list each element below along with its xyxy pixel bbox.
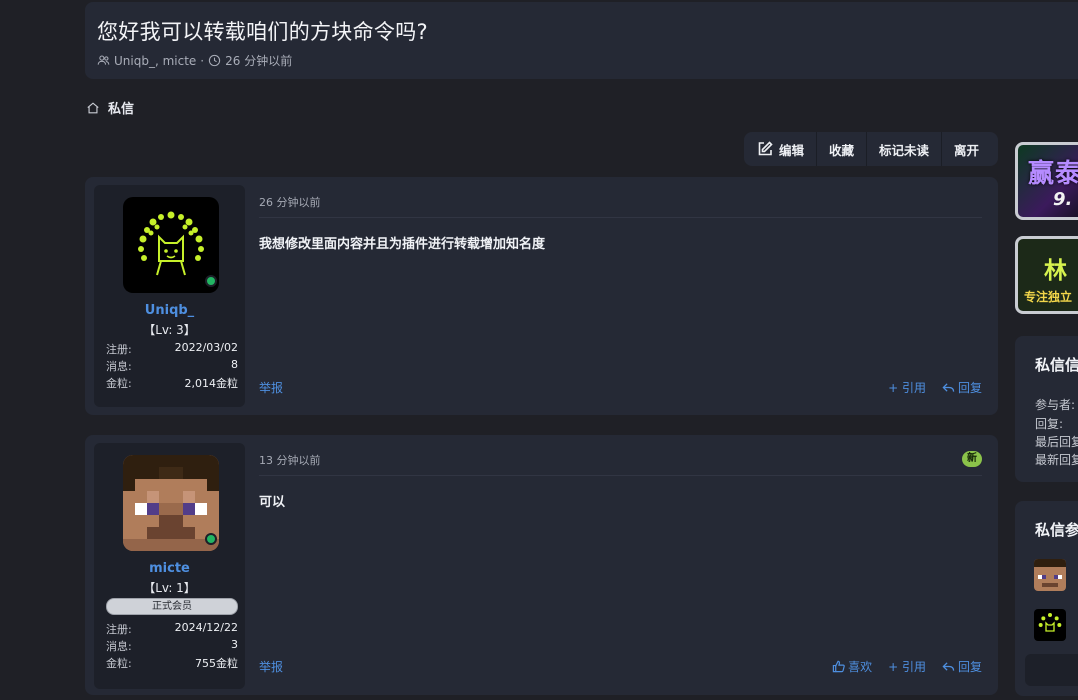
breadcrumb: 私信 [86, 98, 134, 117]
online-indicator [205, 275, 217, 287]
meta-separator: · [200, 53, 205, 68]
card-title: 私信参 [1035, 521, 1078, 539]
stat-label: 消息: [106, 360, 132, 373]
stat-label: 注册: [106, 343, 132, 356]
message-body: 我想修改里面内容并且为插件进行转载增加知名度 [259, 237, 546, 252]
mark-unread-button[interactable]: 标记未读 [867, 132, 943, 166]
username-link[interactable]: Uniqb_ [94, 303, 245, 318]
stat-label: 消息: [106, 640, 132, 653]
divider [259, 217, 982, 218]
post-actions: + 引用 回复 [888, 379, 982, 396]
quote-button[interactable]: + 引用 [888, 658, 926, 675]
stat-label: 金粒: [106, 377, 132, 390]
participant-avatar[interactable] [1034, 609, 1066, 641]
banner-title: 赢泰 [1028, 159, 1078, 189]
reply-label: 回复 [957, 381, 982, 395]
card-title: 私信信 [1035, 356, 1078, 374]
message-post: Uniqb_ 【Lv: 3】 注册: 2022/03/02 消息: 8 金粒: … [85, 177, 998, 415]
reply-label: 回复 [957, 660, 982, 674]
quote-button[interactable]: + 引用 [888, 379, 926, 396]
quote-label: + 引用 [888, 660, 926, 674]
reply-icon [942, 662, 955, 671]
rank-badge: 正式会员 [106, 598, 238, 615]
thread-toolbar: 编辑 收藏 标记未读 离开 [744, 132, 998, 166]
like-button[interactable]: 喜欢 [832, 658, 872, 675]
bookmark-button[interactable]: 收藏 [817, 132, 868, 166]
edit-button[interactable]: 编辑 [744, 132, 818, 166]
message-body: 可以 [259, 495, 286, 510]
edit-icon [758, 141, 773, 156]
cat-avatar-image [1038, 613, 1062, 632]
ad-banner[interactable]: 赢泰 9. [1015, 142, 1078, 220]
like-label: 喜欢 [848, 660, 873, 674]
stat-value: 2022/03/02 [174, 341, 238, 354]
thread-header: 您好我可以转载咱们的方块命令吗? Uniqb_, micte · 26 分钟以前 [85, 2, 1078, 79]
breadcrumb-item-messages[interactable]: 私信 [108, 98, 134, 117]
new-badge: 新 [962, 451, 982, 467]
stat-value: 2024/12/22 [174, 621, 238, 634]
stat-row-registered: 注册: 2022/03/02 [106, 341, 238, 357]
info-latest-reply: 最新回复 [1035, 453, 1078, 467]
banner-title: 林 [1044, 258, 1067, 284]
stat-row-registered: 注册: 2024/12/22 [106, 621, 238, 637]
stat-value: 8 [231, 358, 238, 371]
info-replies: 回复: [1035, 417, 1064, 431]
post-actions: 喜欢 + 引用 回复 [832, 658, 982, 675]
user-info-card: Uniqb_ 【Lv: 3】 注册: 2022/03/02 消息: 8 金粒: … [94, 185, 245, 407]
stat-label: 注册: [106, 623, 132, 636]
message-content: 26 分钟以前 我想修改里面内容并且为插件进行转载增加知名度 举报 + 引用 回… [259, 177, 982, 415]
message-post: micte 【Lv: 1】 正式会员 注册: 2024/12/22 消息: 3 … [85, 435, 998, 695]
reply-button[interactable]: 回复 [942, 658, 982, 675]
stat-row-messages: 消息: 8 [106, 358, 238, 374]
leave-button[interactable]: 离开 [942, 132, 991, 166]
stat-value: 755金粒 [195, 657, 238, 670]
info-participants: 参与者: [1035, 398, 1076, 412]
clock-icon [208, 54, 221, 67]
participants-more[interactable] [1025, 654, 1078, 686]
stat-value: 2,014金粒 [184, 377, 239, 390]
username-link[interactable]: micte [94, 561, 245, 576]
thumbs-up-icon [832, 660, 845, 673]
conversation-participants-card: 私信参 [1015, 501, 1078, 696]
divider [259, 475, 982, 476]
stat-row-gold: 金粒: 755金粒 [106, 655, 238, 671]
thread-time: 26 分钟以前 [225, 54, 293, 68]
reply-icon [942, 383, 955, 392]
thread-title: 您好我可以转载咱们的方块命令吗? [97, 20, 428, 44]
stat-value: 3 [231, 638, 238, 651]
thread-participants[interactable]: Uniqb_, micte [114, 54, 196, 68]
banner-subtitle: 专注独立 [1024, 290, 1073, 304]
stat-row-messages: 消息: 3 [106, 638, 238, 654]
home-icon[interactable] [86, 101, 100, 115]
thread-meta: Uniqb_, micte · 26 分钟以前 [97, 52, 292, 69]
user-level: 【Lv: 1】 [143, 581, 196, 595]
stat-row-gold: 金粒: 2,014金粒 [106, 375, 238, 391]
banner-subtitle: 9. [1053, 189, 1073, 210]
quote-label: + 引用 [888, 381, 926, 395]
ad-banner[interactable]: 林 专注独立 [1015, 236, 1078, 314]
online-indicator [205, 533, 217, 545]
message-content: 13 分钟以前 新 可以 举报 喜欢 + 引用 回复 [259, 435, 982, 695]
report-link[interactable]: 举报 [259, 379, 283, 396]
edit-label: 编辑 [779, 142, 805, 158]
post-time[interactable]: 26 分钟以前 [259, 194, 321, 210]
user-info-card: micte 【Lv: 1】 正式会员 注册: 2024/12/22 消息: 3 … [94, 443, 245, 689]
post-time[interactable]: 13 分钟以前 [259, 452, 321, 468]
participant-avatar[interactable] [1034, 559, 1066, 591]
report-link[interactable]: 举报 [259, 658, 283, 675]
users-icon [97, 55, 110, 65]
user-level: 【Lv: 3】 [143, 323, 196, 337]
info-last-reply: 最后回复 [1035, 435, 1078, 449]
conversation-info-card: 私信信 参与者: 回复: 最后回复 最新回复 [1015, 336, 1078, 482]
steve-avatar-image [1034, 559, 1066, 591]
stat-label: 金粒: [106, 657, 132, 670]
reply-button[interactable]: 回复 [942, 379, 982, 396]
